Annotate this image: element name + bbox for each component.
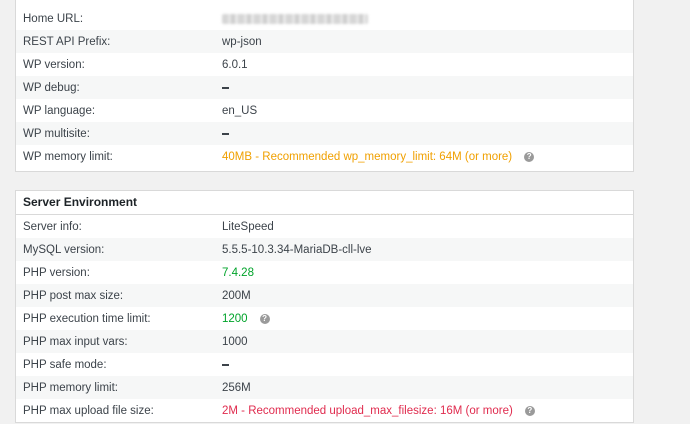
server-environment-rows: Server info: LiteSpeed MySQL version: 5.5.5…	[16, 215, 633, 422]
table-row: WP language: en_US	[16, 99, 633, 122]
row-label: PHP max upload file size:	[23, 404, 154, 417]
row-label: Home URL:	[23, 12, 84, 25]
row-value-text: 1200	[222, 312, 248, 325]
row-value: 5.5.5-10.3.34-MariaDB-cll-lve	[222, 244, 372, 256]
row-value: wp-json	[222, 36, 262, 48]
row-value-text: 5.5.5-10.3.34-MariaDB-cll-lve	[222, 243, 372, 256]
table-row: MySQL version: 5.5.5-10.3.34-MariaDB-cll-…	[16, 238, 633, 261]
row-label: REST API Prefix:	[23, 35, 111, 48]
dash-icon	[222, 86, 229, 89]
row-label: PHP max input vars:	[23, 335, 128, 348]
row-value-text: 1000	[222, 335, 248, 348]
server-environment-panel: Server Environment Server info: LiteSpeed…	[15, 190, 634, 423]
server-environment-title: Server Environment	[16, 191, 633, 215]
help-icon[interactable]: ?	[259, 313, 270, 324]
row-label: Server info:	[23, 220, 82, 233]
row-value	[222, 86, 229, 89]
row-label: WP memory limit:	[23, 150, 113, 163]
row-label: PHP post max size:	[23, 289, 124, 302]
row-value: LiteSpeed	[222, 221, 274, 233]
table-row: PHP max input vars: 1000	[16, 330, 633, 353]
row-label: PHP memory limit:	[23, 381, 118, 394]
table-row: REST API Prefix: wp-json	[16, 30, 633, 53]
row-label: WP language:	[23, 104, 96, 117]
row-value	[222, 13, 368, 24]
table-row: PHP post max size: 200M	[16, 284, 633, 307]
help-icon[interactable]: ?	[524, 405, 535, 416]
row-value-text: 200M	[222, 289, 251, 302]
row-value: 6.0.1	[222, 59, 248, 71]
table-row: PHP max upload file size: 2M - Recommende…	[16, 399, 633, 422]
row-value-text: LiteSpeed	[222, 220, 274, 233]
row-value	[222, 363, 229, 366]
help-icon[interactable]: ?	[524, 151, 535, 162]
row-value-text: 6.0.1	[222, 58, 248, 71]
table-row: WP version: 6.0.1	[16, 53, 633, 76]
row-value-text: en_US	[222, 104, 258, 117]
row-value: 7.4.28	[222, 267, 254, 279]
row-value: 256M	[222, 382, 251, 394]
table-row: PHP safe mode:	[16, 353, 633, 376]
row-value: 1200?	[222, 313, 270, 325]
row-label: WP multisite:	[23, 127, 90, 140]
row-value-text: wp-json	[222, 35, 262, 48]
table-row: PHP execution time limit: 1200?	[16, 307, 633, 330]
table-row: Server info: LiteSpeed	[16, 215, 633, 238]
row-value: 2M - Recommended upload_max_filesize: 16…	[222, 405, 535, 417]
row-value-text: 2M - Recommended upload_max_filesize: 16…	[222, 404, 513, 417]
table-row: WP debug:	[16, 76, 633, 99]
dash-icon	[222, 363, 229, 366]
dash-icon	[222, 132, 229, 135]
wordpress-environment-panel: Home URL: REST API Prefix: wp-json WP versi…	[15, 0, 634, 172]
row-value: 40MB - Recommended wp_memory_limit: 64M …	[222, 150, 535, 163]
redacted-value	[222, 13, 368, 24]
row-value-text: 7.4.28	[222, 266, 254, 279]
row-value	[222, 132, 229, 135]
row-label: WP version:	[23, 58, 85, 71]
row-value-text: 40MB - Recommended wp_memory_limit: 64M …	[222, 150, 513, 163]
table-row: WP multisite:	[16, 122, 633, 145]
row-label: MySQL version:	[23, 243, 105, 256]
table-row: Home URL:	[16, 7, 633, 30]
row-label: PHP execution time limit:	[23, 312, 151, 325]
table-row: WP memory limit: 40MB - Recommended wp_me…	[16, 145, 633, 168]
table-row: PHP version: 7.4.28	[16, 261, 633, 284]
wordpress-environment-rows: Home URL: REST API Prefix: wp-json WP versi…	[16, 0, 633, 168]
row-value-text: 256M	[222, 381, 251, 394]
row-label: PHP safe mode:	[23, 358, 107, 371]
row-value: en_US	[222, 105, 257, 117]
row-label: WP debug:	[23, 81, 80, 94]
table-row: PHP memory limit: 256M	[16, 376, 633, 399]
row-value: 1000	[222, 336, 248, 348]
row-value: 200M	[222, 290, 251, 302]
row-label: PHP version:	[23, 266, 90, 279]
